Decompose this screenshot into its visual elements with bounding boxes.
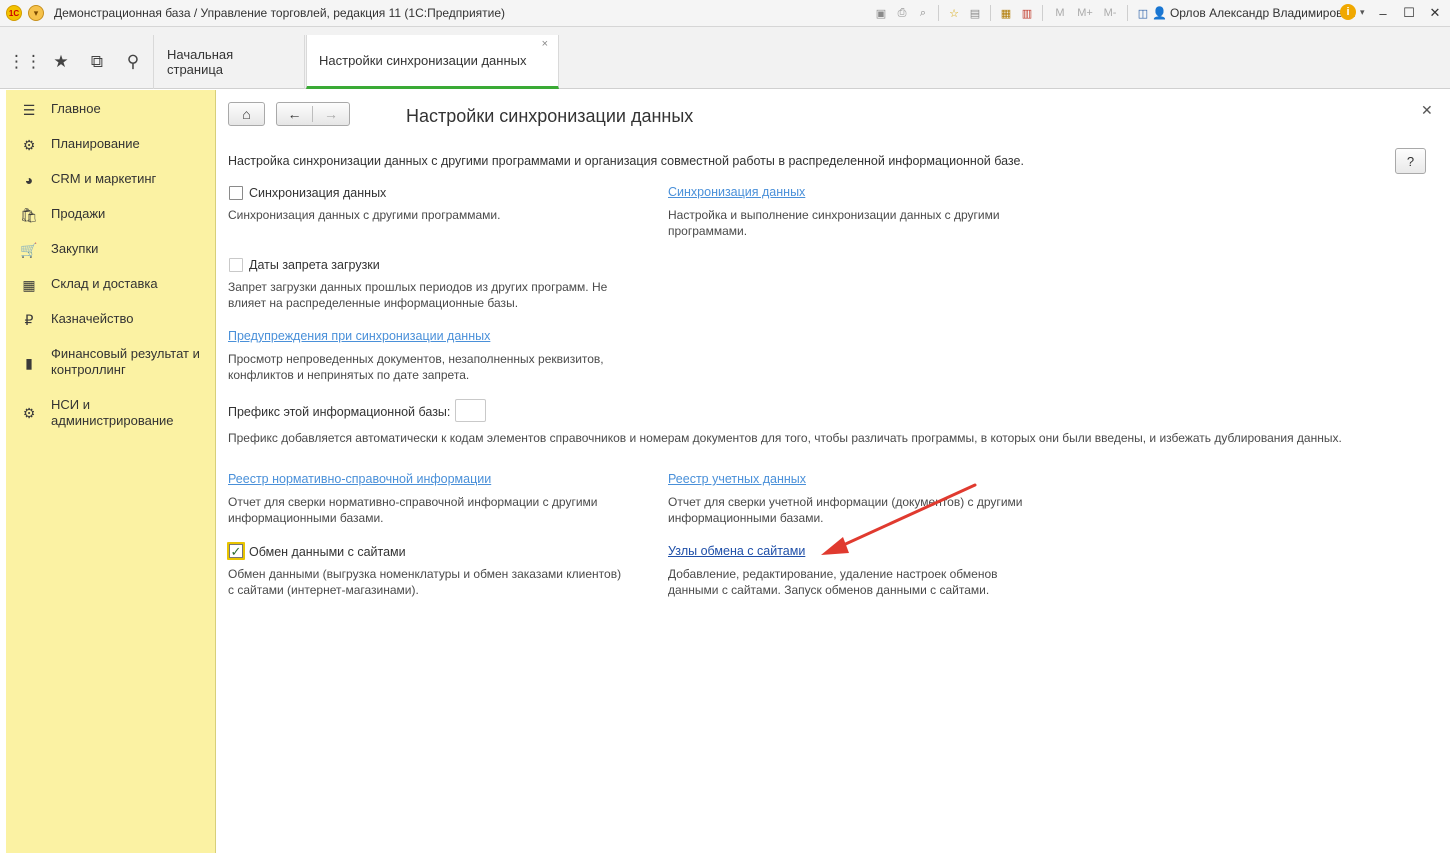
sidebar-item-label: Казначейство — [51, 311, 134, 326]
prefix-input[interactable] — [455, 399, 486, 422]
forward-arrow-icon[interactable]: → — [313, 106, 349, 122]
toolbar-divider — [990, 5, 991, 21]
warnings-desc: Просмотр непроведенных документов, незап… — [228, 352, 604, 382]
annotation-arrow-head — [821, 537, 849, 555]
prefix-label: Префикс этой информационной базы: — [228, 405, 451, 419]
prohibit-dates-label: Даты запрета загрузки — [249, 258, 380, 272]
sidebar-item-label: Главное — [51, 101, 101, 116]
sites-exchange-label: Обмен данными с сайтами — [249, 545, 406, 559]
pie-chart-icon: ◕ — [24, 172, 34, 188]
print-icon[interactable]: ⎙ — [893, 4, 911, 22]
calendar-icon[interactable]: ▥ — [1018, 4, 1036, 22]
title-bar: 1С ▾ Демонстрационная база / Управление … — [0, 0, 1450, 27]
sites-exchange-desc: Обмен данными (выгрузка номенклатуры и о… — [228, 567, 622, 597]
sites-nodes-link[interactable]: Узлы обмена с сайтами — [668, 544, 805, 558]
window-controls: – ☐ ✕ — [1374, 4, 1444, 22]
sidebar-item-label: НСИ и администрирование — [51, 397, 174, 428]
toolbar: ▣ ⎙ ⌕ ☆ ▤ ▦ ▥ M M+ M- ◫ — [872, 4, 1152, 22]
favorites-star-icon[interactable]: ★ — [50, 51, 72, 73]
accounting-registry-desc: Отчет для сверки учетной информации (док… — [668, 495, 1023, 525]
user-icon: 👤 — [1152, 6, 1167, 20]
warehouse-grid-icon: ▦ — [22, 276, 36, 293]
sidebar-item-label: Продажи — [51, 206, 106, 221]
sidebar-item-label: Финансовый результат и контроллинг — [51, 346, 200, 377]
maximize-icon[interactable]: ☐ — [1400, 4, 1418, 22]
memory-add-button[interactable]: M+ — [1074, 4, 1096, 22]
prohibit-dates-desc: Запрет загрузки данных прошлых периодов … — [228, 280, 608, 310]
sync-checkbox[interactable] — [229, 186, 243, 200]
nsi-registry-link[interactable]: Реестр нормативно-справочной информации — [228, 472, 491, 486]
history-icon[interactable]: ⧉ — [86, 51, 108, 73]
main-menu-button[interactable]: ▾ — [28, 5, 44, 21]
ruble-coin-icon: ₽ — [24, 311, 34, 328]
close-form-icon[interactable]: ✕ — [1421, 102, 1433, 119]
sidebar-item-label: Закупки — [51, 241, 99, 256]
tab-sync-settings-label: Настройки синхронизации данных — [319, 53, 527, 68]
quick-tools: ⋮⋮ ★ ⧉ ⚲ — [6, 35, 154, 89]
warnings-link[interactable]: Предупреждения при синхронизации данных — [228, 329, 490, 343]
calculator-icon[interactable]: ▦ — [997, 4, 1015, 22]
nsi-registry-desc: Отчет для сверки нормативно-справочной и… — [228, 495, 598, 525]
sites-nodes-desc: Добавление, редактирование, удаление нас… — [668, 567, 998, 597]
main-content: ⌂ ← → Настройки синхронизации данных ✕ ?… — [217, 90, 1444, 853]
page-title: Настройки синхронизации данных — [406, 106, 694, 126]
sync-checkbox-label: Синхронизация данных — [249, 186, 387, 200]
prohibit-dates-checkbox[interactable] — [229, 258, 243, 272]
checkmark-icon: ✓ — [229, 543, 243, 559]
toolbar-divider — [1127, 5, 1128, 21]
bar-chart-icon: ▮ — [25, 354, 33, 371]
apps-grid-icon[interactable]: ⋮⋮ — [8, 51, 42, 73]
prefix-desc: Префикс добавляется автоматически к кода… — [228, 431, 1342, 445]
toolbar-divider — [938, 5, 939, 21]
copy-link-icon[interactable]: ▤ — [966, 4, 984, 22]
info-area: i ▾ — [1340, 4, 1365, 20]
memory-button[interactable]: M — [1049, 4, 1071, 22]
tab-home-label: Начальная страница — [167, 47, 234, 77]
minimize-icon[interactable]: – — [1374, 4, 1392, 22]
tab-sync-settings[interactable]: Настройки синхронизации данных × — [306, 35, 559, 89]
current-user[interactable]: 👤 Орлов Александр Владимирович — [1152, 6, 1355, 20]
window-title: Демонстрационная база / Управление торго… — [54, 6, 506, 20]
toolbar-divider — [1042, 5, 1043, 21]
1c-logo-icon[interactable]: 1С — [6, 5, 22, 21]
info-icon[interactable]: i — [1340, 4, 1356, 20]
menu-lines-icon: ☰ — [22, 101, 36, 118]
back-arrow-icon[interactable]: ← — [277, 106, 313, 122]
home-icon: ⌂ — [242, 106, 251, 122]
search-icon[interactable]: ⚲ — [122, 51, 144, 73]
cart-icon: 🛒 — [20, 241, 38, 258]
tab-bar: ⋮⋮ ★ ⧉ ⚲ Начальная страница Настройки си… — [0, 27, 1450, 89]
nav-buttons: ← → — [276, 102, 350, 126]
panel-layout-icon[interactable]: ◫ — [1134, 4, 1152, 22]
close-window-icon[interactable]: ✕ — [1426, 4, 1444, 22]
sites-exchange-checkbox[interactable]: ✓ — [227, 542, 245, 560]
tab-close-icon[interactable]: × — [542, 38, 548, 50]
memory-subtract-button[interactable]: M- — [1099, 4, 1121, 22]
help-button[interactable]: ? — [1395, 148, 1426, 174]
info-dropdown-icon[interactable]: ▾ — [1360, 7, 1365, 18]
tab-home[interactable]: Начальная страница — [155, 35, 305, 89]
shopping-bag-icon: 🛍 — [20, 206, 38, 223]
preview-icon[interactable]: ⌕ — [914, 4, 932, 22]
user-name: Орлов Александр Владимирович — [1169, 6, 1356, 20]
sync-checkbox-desc: Синхронизация данных с другими программа… — [228, 208, 501, 222]
sections-sidebar: ☰ Главное ⚙︎ Планирование ◕ CRM и маркет… — [6, 90, 216, 853]
favorites-icon[interactable]: ☆ — [945, 4, 963, 22]
page-description: Настройка синхронизации данных с другими… — [228, 154, 1024, 168]
sync-link[interactable]: Синхронизация данных — [668, 185, 805, 199]
save-icon[interactable]: ▣ — [872, 4, 890, 22]
home-button[interactable]: ⌂ — [228, 102, 265, 126]
sync-link-desc: Настройка и выполнение синхронизации дан… — [668, 208, 1000, 238]
sidebar-item-label: Склад и доставка — [51, 276, 158, 291]
planning-icon: ⚙︎ — [22, 136, 36, 153]
gear-icon: ⚙ — [22, 404, 36, 421]
sidebar-item-label: CRM и маркетинг — [51, 171, 157, 186]
accounting-registry-link[interactable]: Реестр учетных данных — [668, 472, 806, 486]
sidebar-item-label: Планирование — [51, 136, 140, 151]
